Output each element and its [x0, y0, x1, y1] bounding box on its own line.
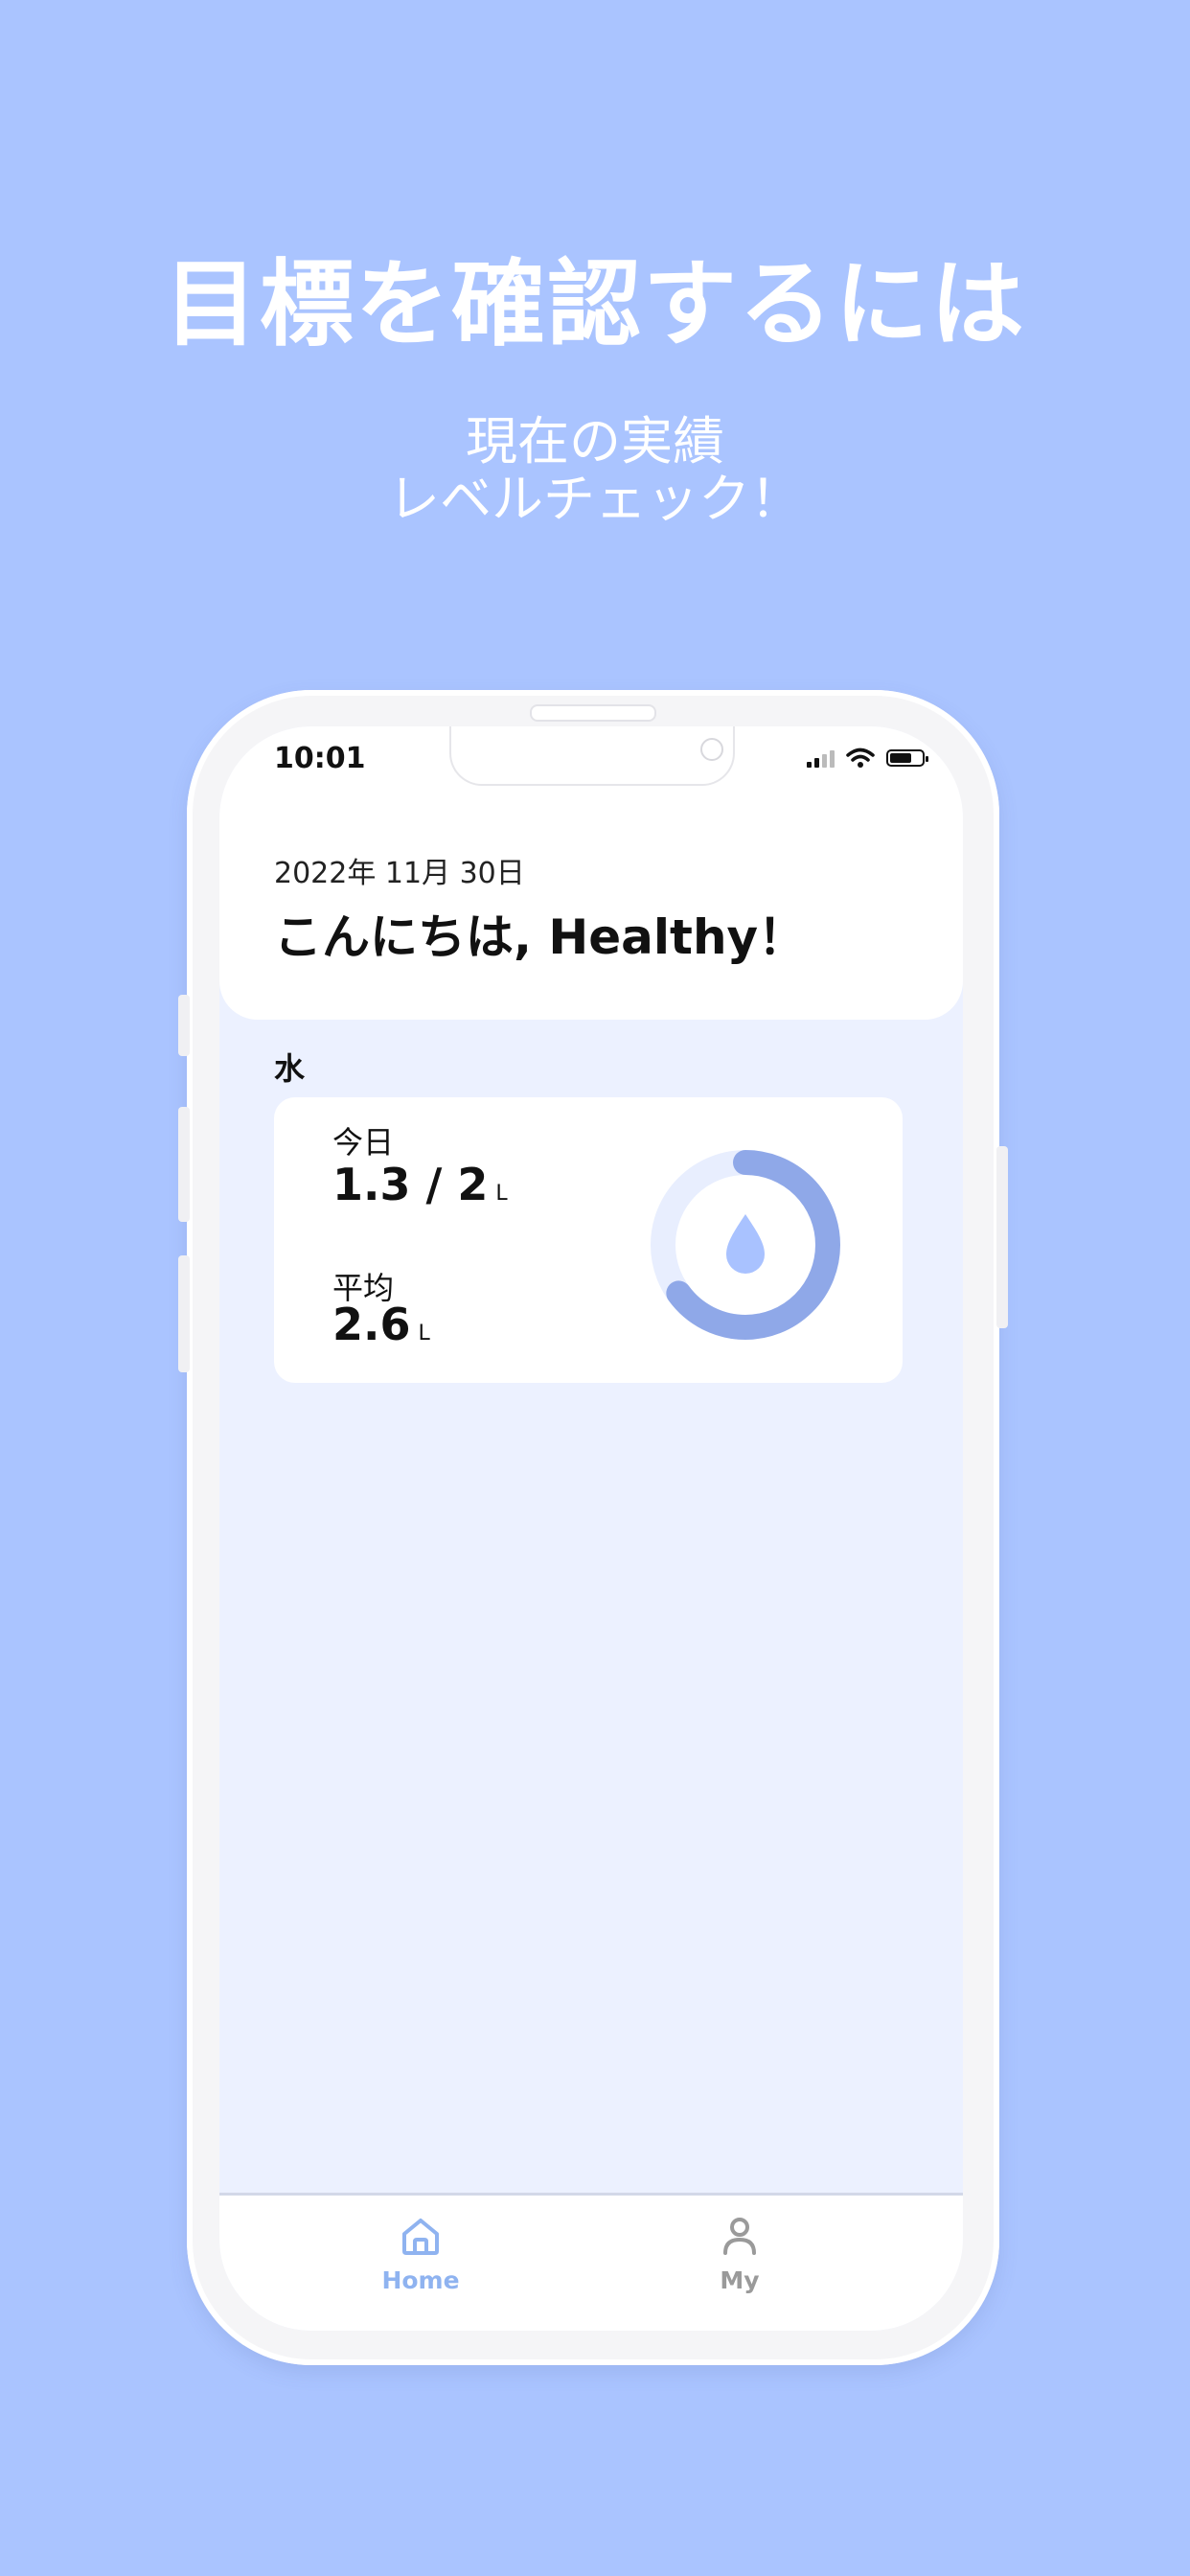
signal-icon — [807, 748, 835, 768]
battery-icon — [886, 749, 928, 767]
greeting: こんにちは, Healthy！ — [274, 909, 807, 965]
phone-side-button — [178, 1255, 190, 1372]
today-amount: 1.3 / 2 — [332, 1159, 489, 1210]
phone-side-button — [178, 1107, 190, 1222]
tab-home-label: Home — [381, 2266, 460, 2294]
user-icon — [723, 2218, 756, 2255]
promo-subline-2: レベルチェック！ — [388, 469, 802, 529]
tab-home[interactable]: Home — [344, 2215, 497, 2294]
average-unit: L — [418, 1322, 430, 1346]
status-time: 10:01 — [274, 742, 366, 775]
phone-power-button — [996, 1146, 1008, 1328]
phone-screen: 10:01 2022年 11月 30日 こんにちは, Healthy！ 水 今日… — [219, 726, 963, 2331]
water-progress-ring — [651, 1150, 840, 1340]
notch — [449, 726, 735, 786]
today-value: 1.3 / 2L — [332, 1159, 508, 1210]
today-label: 今日 — [332, 1124, 395, 1161]
camera-icon — [700, 738, 723, 761]
water-card[interactable]: 今日 1.3 / 2L 平均 2.6 L — [274, 1097, 903, 1383]
wifi-icon — [846, 748, 875, 768]
water-section-label: 水 — [274, 1050, 306, 1087]
average-value: 2.6 L — [332, 1299, 430, 1350]
water-drop-icon — [726, 1214, 765, 1274]
status-icons — [807, 748, 928, 769]
home-icon — [402, 2219, 439, 2255]
average-amount: 2.6 — [332, 1299, 411, 1350]
promo-subline-1: 現在の実績 — [466, 411, 724, 472]
tab-my-label: My — [720, 2266, 760, 2294]
promo-headline: 目標を確認するには — [163, 250, 1026, 359]
today-unit: L — [495, 1182, 508, 1206]
phone-side-button — [178, 995, 190, 1056]
tab-bar: Home My — [219, 2193, 963, 2331]
date-label: 2022年 11月 30日 — [274, 857, 525, 890]
tab-my[interactable]: My — [663, 2215, 816, 2294]
header-card: 10:01 2022年 11月 30日 こんにちは, Healthy！ — [219, 726, 963, 1020]
phone-speaker — [530, 704, 656, 722]
